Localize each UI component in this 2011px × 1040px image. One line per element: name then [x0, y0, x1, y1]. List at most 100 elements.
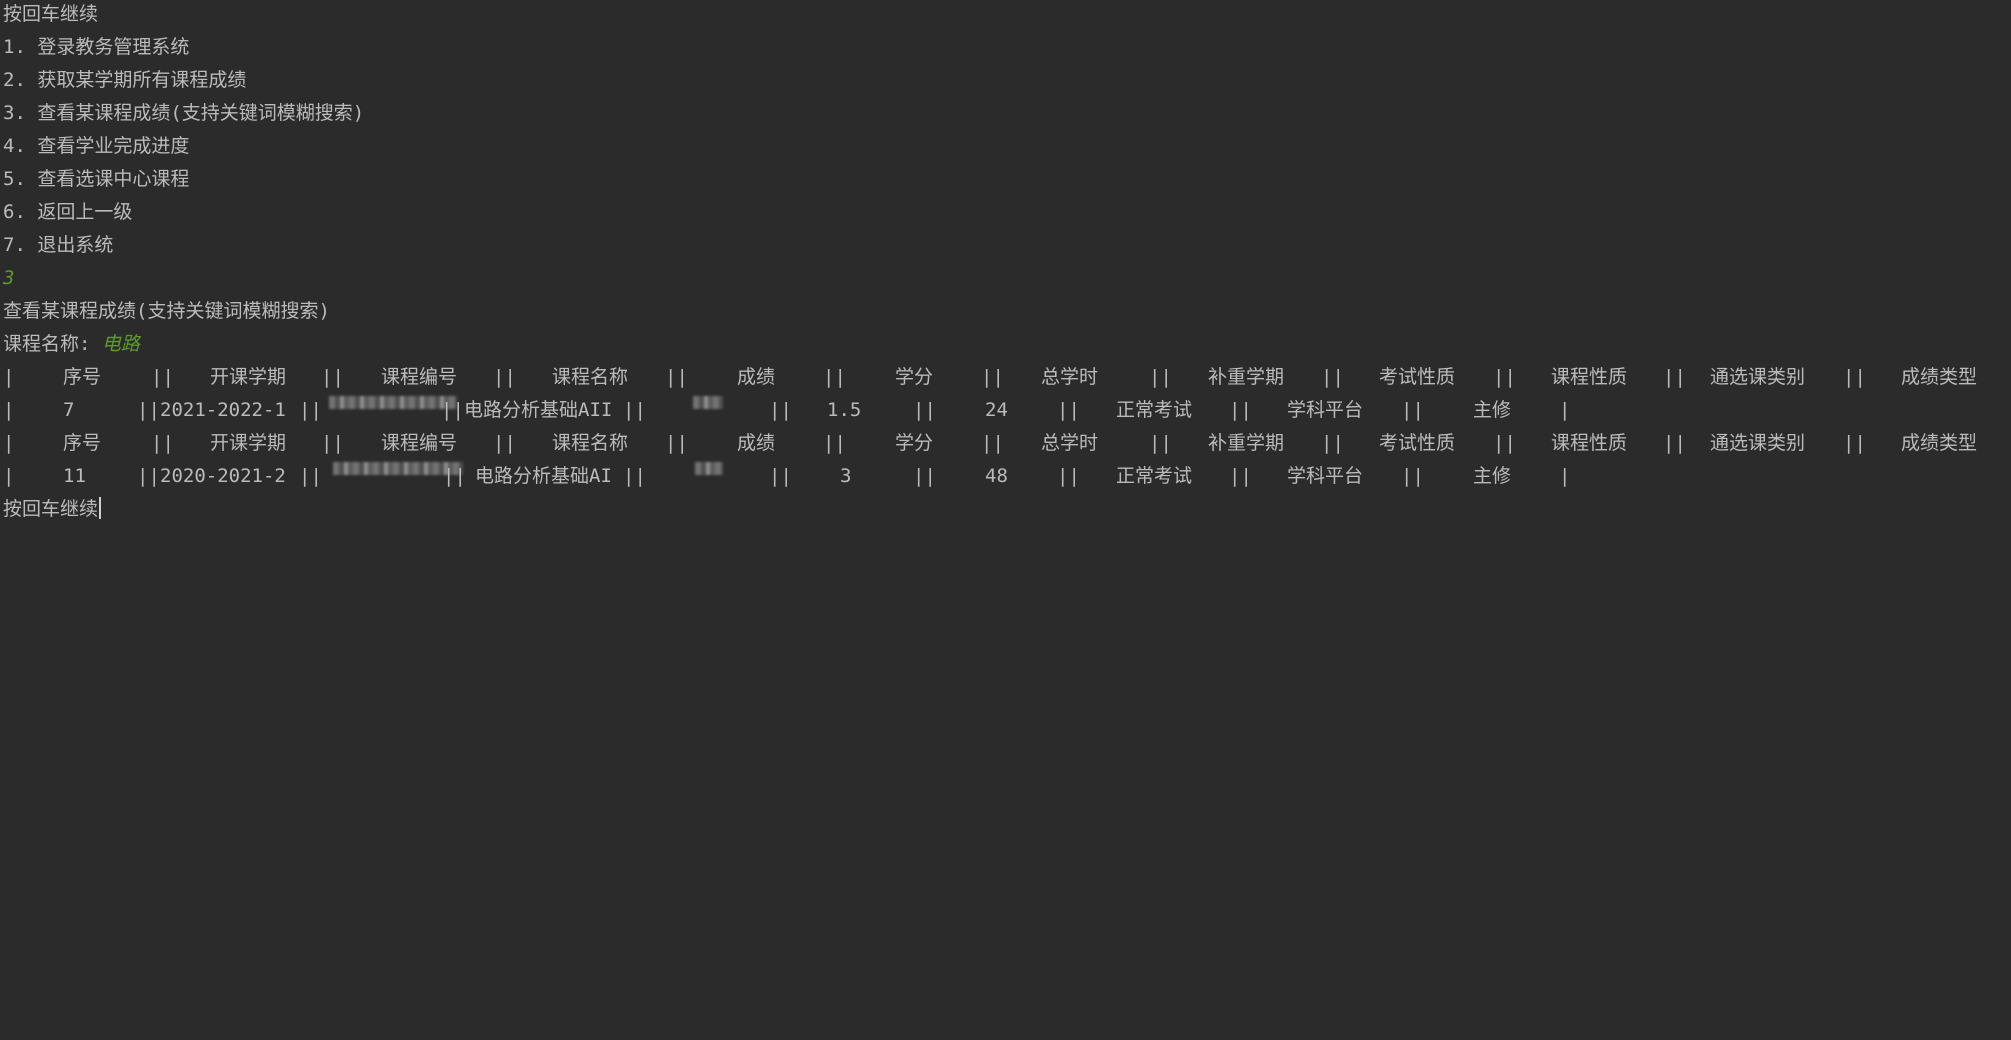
header-hours: 总学时: [1041, 366, 1099, 388]
column-separator: ||: [1401, 399, 1424, 421]
header-course-type: 课程性质: [1551, 432, 1628, 454]
header-retake-term: 补重学期: [1208, 366, 1285, 388]
column-separator: ||: [981, 366, 1004, 388]
console-output: 按回车继续 1. 登录教务管理系统 2. 获取某学期所有课程成绩 3. 查看某课…: [3, 0, 2003, 528]
column-separator: ||: [769, 399, 792, 421]
menu-item-2: 2. 获取某学期所有课程成绩: [3, 69, 247, 91]
cell-course-type: 学科平台: [1287, 465, 1364, 487]
column-separator: ||: [823, 366, 846, 388]
column-separator: ||: [1057, 399, 1080, 421]
course-name-input: 电路: [101, 333, 140, 355]
course-name-label: 课程名称:: [3, 333, 102, 355]
prompt-text: 按回车继续: [3, 498, 99, 520]
cell-exam-type: 正常考试: [1116, 465, 1193, 487]
table-border: |: [3, 366, 15, 388]
header-elective-category: 通选课类别: [1710, 432, 1806, 454]
column-separator: ||: [913, 399, 936, 421]
column-separator: ||: [1229, 399, 1252, 421]
user-choice-input: 3: [3, 267, 15, 289]
text-cursor: [99, 497, 102, 519]
header-term: 开课学期: [210, 432, 287, 454]
redacted-score: [693, 396, 723, 409]
header-index: 序号: [63, 432, 102, 454]
menu-item-5: 5. 查看选课中心课程: [3, 168, 190, 190]
cell-index: 11: [63, 465, 86, 487]
prompt-line: 按回车继续: [3, 3, 99, 25]
cell-credit: 3: [840, 465, 852, 487]
header-course-name: 课程名称: [552, 366, 629, 388]
header-credit: 学分: [895, 366, 934, 388]
column-separator: ||: [299, 399, 322, 421]
column-separator: ||: [1663, 432, 1686, 454]
header-elective-category: 通选课类别: [1710, 366, 1806, 388]
column-separator: ||: [443, 465, 466, 487]
column-separator: ||: [1843, 432, 1866, 454]
column-separator: ||: [1321, 366, 1344, 388]
cell-course-name: 电路分析基础AI: [475, 465, 612, 487]
cell-hours: 48: [985, 465, 1008, 487]
table-row: | 11 || 2020-2021-2 || || 电路分析基础AI || ||…: [3, 462, 2003, 495]
column-separator: ||: [151, 432, 174, 454]
menu-item-6: 6. 返回上一级: [3, 201, 133, 223]
column-separator: ||: [1493, 432, 1516, 454]
header-course-name: 课程名称: [552, 432, 629, 454]
header-course-type: 课程性质: [1551, 366, 1628, 388]
redacted-course-code: [329, 396, 457, 409]
column-separator: ||: [1663, 366, 1686, 388]
table-header-row: | 序号 || 开课学期 || 课程编号 || 课程名称 || 成绩 || 学分…: [3, 363, 2003, 396]
column-separator: ||: [441, 399, 464, 421]
table-header-row: | 序号 || 开课学期 || 课程编号 || 课程名称 || 成绩 || 学分…: [3, 429, 2003, 462]
cell-hours: 24: [985, 399, 1008, 421]
cell-index: 7: [63, 399, 75, 421]
column-separator: ||: [665, 432, 688, 454]
table-border: |: [1559, 465, 1571, 487]
section-title: 查看某课程成绩(支持关键词模糊搜索): [3, 300, 330, 322]
table-border: |: [3, 399, 15, 421]
column-separator: ||: [1149, 432, 1172, 454]
redacted-score: [695, 462, 723, 475]
column-separator: ||: [1401, 465, 1424, 487]
column-separator: ||: [151, 366, 174, 388]
column-separator: ||: [1057, 465, 1080, 487]
header-score: 成绩: [737, 432, 776, 454]
column-separator: ||: [623, 465, 646, 487]
column-separator: ||: [623, 399, 646, 421]
column-separator: ||: [913, 465, 936, 487]
column-separator: ||: [1843, 366, 1866, 388]
column-separator: ||: [665, 366, 688, 388]
column-separator: ||: [493, 366, 516, 388]
header-term: 开课学期: [210, 366, 287, 388]
cell-category: 主修: [1473, 399, 1512, 421]
table-row: | 7 || 2021-2022-1 || || 电路分析基础AII || ||…: [3, 396, 2003, 429]
header-course-code: 课程编号: [381, 432, 458, 454]
column-separator: ||: [981, 432, 1004, 454]
cell-category: 主修: [1473, 465, 1512, 487]
header-score-type: 成绩类型: [1901, 366, 1978, 388]
table-border: |: [3, 465, 15, 487]
header-retake-term: 补重学期: [1208, 432, 1285, 454]
cell-course-name: 电路分析基础AII: [464, 399, 613, 421]
menu-item-1: 1. 登录教务管理系统: [3, 36, 190, 58]
course-name-prompt: 课程名称: 电路: [3, 330, 2003, 363]
column-separator: ||: [493, 432, 516, 454]
column-separator: ||: [137, 399, 160, 421]
header-hours: 总学时: [1041, 432, 1099, 454]
cell-credit: 1.5: [827, 399, 862, 421]
prompt-line-bottom[interactable]: 按回车继续: [3, 495, 2003, 528]
header-exam-type: 考试性质: [1379, 366, 1456, 388]
column-separator: ||: [769, 465, 792, 487]
header-score: 成绩: [737, 366, 776, 388]
menu-item-4: 4. 查看学业完成进度: [3, 135, 190, 157]
header-score-type: 成绩类型: [1901, 432, 1978, 454]
menu-item-7: 7. 退出系统: [3, 234, 114, 256]
column-separator: ||: [1149, 366, 1172, 388]
column-separator: ||: [137, 465, 160, 487]
cell-course-type: 学科平台: [1287, 399, 1364, 421]
menu-item-3: 3. 查看某课程成绩(支持关键词模糊搜索): [3, 102, 365, 124]
cell-term: 2020-2021-2: [160, 465, 286, 487]
header-index: 序号: [63, 366, 102, 388]
table-border: |: [3, 432, 15, 454]
column-separator: ||: [299, 465, 322, 487]
column-separator: ||: [1493, 366, 1516, 388]
column-separator: ||: [823, 432, 846, 454]
